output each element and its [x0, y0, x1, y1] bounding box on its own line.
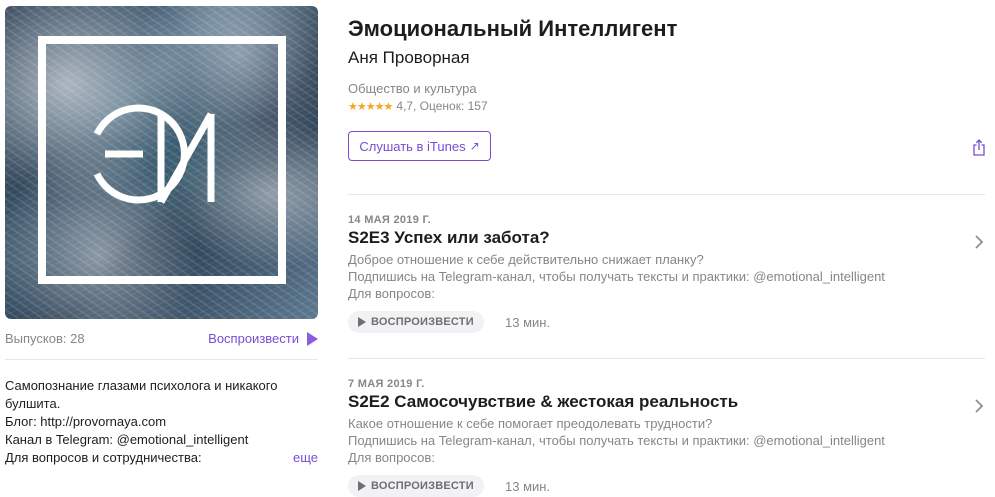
chevron-right-icon[interactable]: [974, 234, 984, 250]
description-line: Самопознание глазами психолога и никаког…: [5, 378, 278, 393]
description-line: булшита.: [5, 396, 61, 411]
episode-play-button[interactable]: ВОСПРОИЗВЕСТИ: [348, 475, 484, 497]
chevron-right-icon[interactable]: [974, 398, 984, 414]
podcast-description: Самопознание глазами психолога и никаког…: [5, 377, 318, 467]
episode-description-line: Подпишись на Telegram-канал, чтобы получ…: [348, 433, 885, 448]
play-all-button[interactable]: Воспроизвести: [208, 331, 318, 346]
episode-description: Какое отношение к себе помогает преодоле…: [348, 415, 885, 466]
episode-item[interactable]: 7 МАЯ 2019 Г. S2E2 Самосочувствие & жест…: [348, 378, 988, 497]
description-line: Для вопросов и сотрудничества:: [5, 450, 202, 465]
episodes-count: Выпусков: 28: [5, 331, 85, 346]
more-link[interactable]: еще: [293, 449, 318, 467]
episode-date: 7 МАЯ 2019 Г.: [348, 378, 425, 390]
cover-logo-graphic: [38, 36, 286, 284]
podcast-author[interactable]: Аня Проворная: [348, 48, 470, 68]
podcast-title: Эмоциональный Интеллигент: [348, 16, 678, 41]
description-line: Блог: http://provornaya.com: [5, 414, 167, 429]
episode-description-line: Доброе отношение к себе действительно сн…: [348, 252, 704, 267]
podcast-cover-art: [5, 6, 318, 319]
rating-stars: ★★★★★: [348, 100, 393, 113]
share-icon[interactable]: [972, 139, 986, 156]
episode-divider: [348, 194, 985, 195]
episode-date: 14 МАЯ 2019 Г.: [348, 214, 432, 226]
episode-duration: 13 мин.: [505, 315, 551, 330]
episode-description: Доброе отношение к себе действительно сн…: [348, 251, 885, 302]
episode-title[interactable]: S2E2 Самосочувствие & жестокая реальност…: [348, 392, 738, 412]
play-icon: [358, 317, 366, 327]
listen-in-itunes-label: Слушать в iTunes: [359, 138, 466, 154]
episode-description-line: Для вопросов:: [348, 286, 435, 301]
sidebar-divider: [5, 359, 318, 360]
play-icon: [307, 331, 318, 346]
episode-description-line: Подпишись на Telegram-канал, чтобы получ…: [348, 269, 885, 284]
play-icon: [358, 481, 366, 491]
episode-divider: [348, 358, 985, 359]
rating: ★★★★★ 4,7, Оценок: 157: [348, 99, 488, 113]
listen-in-itunes-button[interactable]: Слушать в iTunes ↗: [348, 131, 491, 161]
episode-play-label: ВОСПРОИЗВЕСТИ: [371, 316, 474, 328]
play-all-label: Воспроизвести: [208, 331, 299, 346]
episode-description-line: Для вопросов:: [348, 450, 435, 465]
description-line: Канал в Telegram: @emotional_intelligent: [5, 432, 249, 447]
rating-text: 4,7, Оценок: 157: [396, 99, 488, 113]
episode-title[interactable]: S2E3 Успех или забота?: [348, 228, 550, 248]
episode-duration: 13 мин.: [505, 479, 551, 494]
external-link-icon: ↗: [469, 139, 480, 153]
episode-play-button[interactable]: ВОСПРОИЗВЕСТИ: [348, 311, 484, 333]
podcast-category[interactable]: Общество и культура: [348, 81, 477, 96]
episode-play-label: ВОСПРОИЗВЕСТИ: [371, 480, 474, 492]
episode-item[interactable]: 14 МАЯ 2019 Г. S2E3 Успех или забота? До…: [348, 214, 988, 344]
episode-description-line: Какое отношение к себе помогает преодоле…: [348, 416, 713, 431]
